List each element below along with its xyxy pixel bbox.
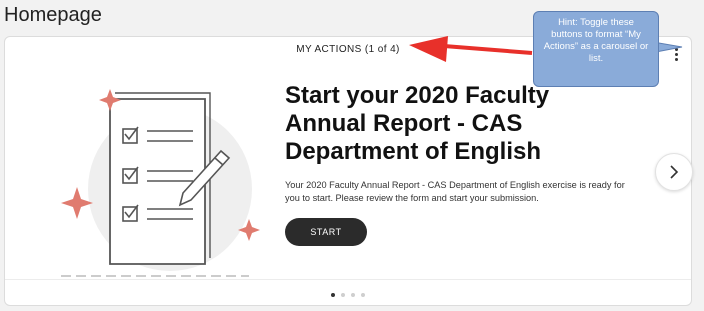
next-action-button[interactable] <box>655 153 693 191</box>
pagination-dot[interactable] <box>341 293 345 297</box>
carousel-pagination <box>5 293 691 297</box>
checklist-illustration <box>61 89 260 277</box>
pagination-dot-active[interactable] <box>331 293 335 297</box>
start-button[interactable]: START <box>285 218 367 246</box>
hint-callout: Hint: Toggle these buttons to format “My… <box>533 11 659 87</box>
pagination-dot[interactable] <box>351 293 355 297</box>
kebab-menu-icon[interactable] <box>671 45 681 63</box>
page-title: Homepage <box>4 4 102 26</box>
action-headline: Start your 2020 Faculty Annual Report - … <box>285 82 550 165</box>
card-divider <box>5 279 691 280</box>
action-description: Your 2020 Faculty Annual Report - CAS De… <box>285 180 625 203</box>
chevron-right-icon <box>670 165 679 179</box>
pagination-dot[interactable] <box>361 293 365 297</box>
